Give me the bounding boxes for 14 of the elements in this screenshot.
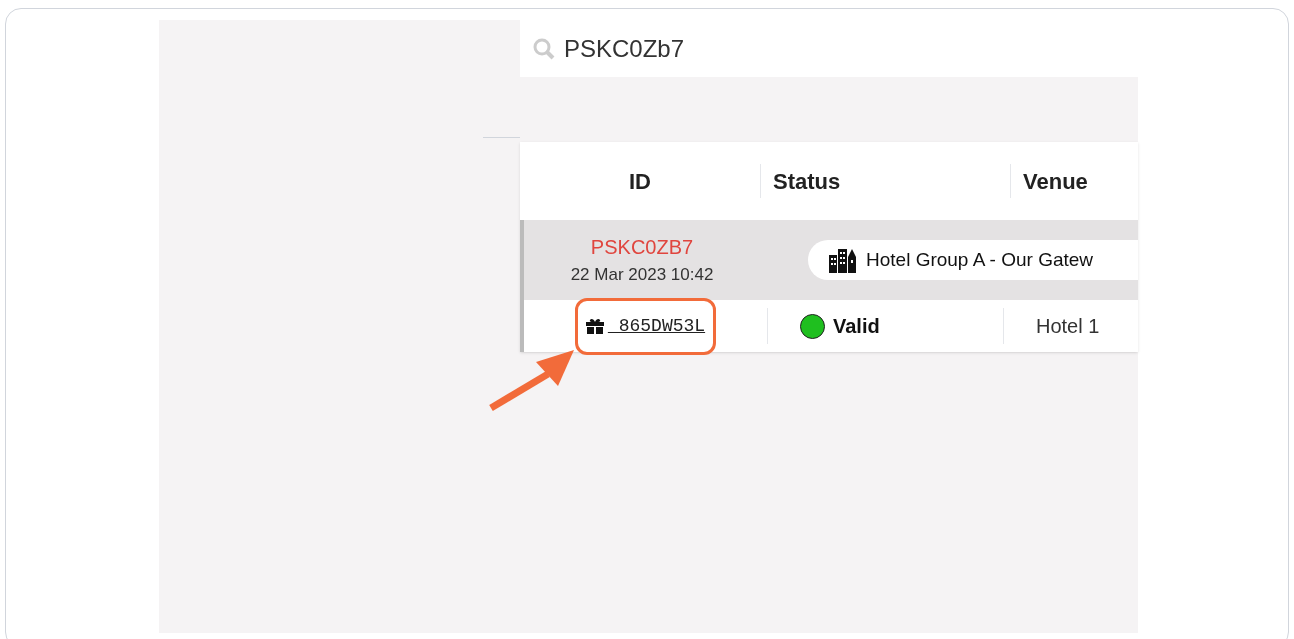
gift-icon (585, 317, 604, 335)
status-label: Valid (833, 314, 880, 339)
search-field[interactable]: PSKC0Zb7 (520, 20, 1138, 77)
booking-date: 22 Mar 2023 10:42 (570, 264, 714, 287)
column-header: Status (773, 167, 841, 196)
venue-name: Hotel Group A - Our Gatew (866, 247, 1094, 272)
booking-id: PSKC0ZB7 (590, 235, 694, 261)
voucher-link[interactable]: _865DW53L (607, 312, 706, 340)
search-icon (532, 36, 556, 61)
search-input[interactable]: PSKC0Zb7 (564, 30, 864, 67)
buildings-icon (828, 247, 858, 273)
column-header: Venue (1023, 167, 1088, 196)
venue-cell-text: Hotel 1 (1036, 314, 1100, 339)
column-header: ID (629, 167, 651, 196)
